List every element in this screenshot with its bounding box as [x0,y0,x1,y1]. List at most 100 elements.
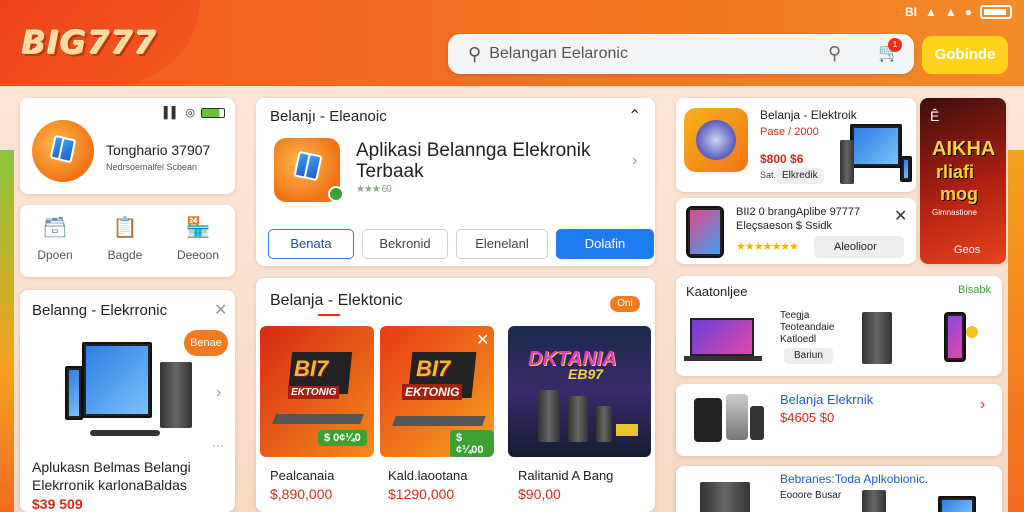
tower-image [862,312,892,364]
search-input[interactable] [489,45,810,63]
product-tile-1[interactable]: BI7 EKTONIG $ 0¢¼0 [260,326,374,457]
laptop-base-image [272,414,364,424]
product-price-1: $,890,000 [270,486,333,502]
wifi-icon: ◎ [185,107,195,119]
signal-bars-icon: ▲ [944,5,957,19]
cart-badge: 1 [888,38,902,52]
main-products-section: Belanja - Elektonic Oni BI7 EKTONIG $ 0¢… [256,278,655,512]
nav-item-label: Deeoon [176,248,220,262]
folder-icon: 🗃 [42,217,68,239]
close-icon[interactable]: ✕ [476,330,489,350]
left-product-header: Belanng - Elekrronic [32,302,168,319]
tab-bekronid[interactable]: Bekronid [362,229,448,259]
tab-dolafin[interactable]: Dolafin [556,229,654,259]
clipboard-icon: 📋 [112,217,138,239]
brand-logo[interactable]: BIG777 [22,24,157,62]
title-underline [318,314,340,316]
search-icon[interactable]: ⚲ [828,43,841,64]
profile-card[interactable]: ▌▌ ◎ Tonghario 37907 Nedrsoemalfel Scbea… [20,98,235,194]
chevron-right-icon[interactable]: › [216,384,221,402]
list1-title: Kaatonljee [686,284,748,299]
tower-image [160,362,192,428]
product-name-2: Kald.laootana [388,468,468,483]
tile-banner: BI7 [416,356,451,381]
tablet-image [726,394,748,440]
monitor-image [82,342,152,418]
product-name-3: Ralitanid A Bang [518,468,614,483]
close-icon[interactable]: ✕ [214,300,227,320]
alarm-icon: ● [964,5,972,19]
list1-chip[interactable]: Bariun [784,348,833,364]
left-product-badge[interactable]: Benae [184,330,228,356]
decorative-left-stripe [0,150,14,512]
product-tile-2[interactable]: BI7 EKTONIG ✕ $¢¼00 [380,326,494,457]
go-button[interactable]: Gobinde [922,36,1008,74]
app-logo-icon [684,108,748,172]
phone-image [944,312,966,362]
list1-line: Teoteandaie [780,322,835,333]
laptop-base-image [684,356,762,361]
nav-item-open[interactable]: 🗃 Dpoen [20,215,90,262]
right-mid-chip[interactable]: Aleolioor [814,236,904,258]
tile-banner-sub: EKTONIG [288,386,340,399]
product-price-2: $1290,000 [388,486,455,502]
right-list-card-1[interactable]: Kaatonljee Bisabk Teegja Teoteandaie Kat… [676,276,1002,376]
phone-image [65,366,83,420]
cart-icon[interactable]: 🛒 1 [878,38,902,63]
tower-image [596,406,612,442]
right-top-title: Belanja - Elektroik [760,108,857,122]
right-list-card-3[interactable]: Bebranes:Toda Aplkobionic. Eooore Busar [676,466,1002,512]
profile-title: Tonghario 37907 [106,142,211,158]
tower-image [862,490,886,512]
nav-item-store[interactable]: 🏪 Deeoon [163,215,233,262]
nav-item-badge[interactable]: 📋 Bagde [90,215,160,262]
right-top-chip[interactable]: Elkredik [776,168,824,184]
gadget-image [966,326,978,338]
tab-elenelanl[interactable]: Elenelanl [456,229,548,259]
banner-small: Gimnastione [932,208,977,217]
signal-icon: ▲ [924,5,937,19]
gadget-image [616,424,638,436]
laptop-base-image [392,416,486,426]
right-top-line2: Pase / 2000 [760,126,819,138]
decorative-right-stripe [1008,150,1024,512]
phone-image [750,406,764,440]
banner-top: Ê [930,108,940,124]
more-icon[interactable]: ··· [212,438,224,452]
promo-banner[interactable]: Ê AIKHA rliafi mog Gimnastione Geos [920,98,1006,264]
carrier-indicator: BI [904,5,917,19]
monitor-image [850,124,902,168]
quick-nav-card: 🗃 Dpoen 📋 Bagde 🏪 Deeoon [20,205,235,277]
tile-banner: BI7 [294,356,329,381]
profile-subtitle: Nedrsoemalfel Scbean [106,162,198,172]
list1-lines: Teegja Teoteandaie Katloedl [780,310,835,346]
chevron-up-icon[interactable]: ⌃ [628,106,641,126]
search-bar[interactable]: ⚲ ⚲ 🛒1 [448,34,914,74]
close-icon[interactable]: ✕ [894,206,907,226]
store-icon: 🏪 [185,217,211,239]
list1-line: Teegja [780,310,810,321]
right-mid-subtitle: Eleçsaeson $ Ssidk [736,220,832,232]
right-list-card-2[interactable]: Belanja Elekrnik $4605 $0 › [676,384,1002,456]
list1-line: Katloedl [780,334,817,345]
tower-image [840,140,854,184]
list1-link[interactable]: Bisabk [958,284,991,296]
right-mid-card[interactable]: BII2 0 brangAplibe 97777 Eleçsaeson $ Ss… [676,198,916,264]
app-logo-icon [274,138,344,202]
chevron-right-icon[interactable]: › [632,152,637,170]
laptop-image [690,318,754,356]
tablet-image [686,206,724,258]
status-bar: BI ▲ ▲ ● [905,5,1012,19]
section-title: Belanja - Elektonic [270,292,403,309]
price-tag: $¢¼00 [450,430,494,457]
signal-icon: ▌▌ [163,106,180,119]
left-product-card[interactable]: Belanng - Elekrronic ✕ Benae › ··· Apluk… [20,290,235,512]
right-top-card[interactable]: Belanja - Elektroik Pase / 2000 $800 $6 … [676,98,916,192]
verified-icon [328,186,344,202]
chevron-right-icon[interactable]: › [980,396,985,414]
list2-title: Belanja Elekrnik [780,392,874,407]
tab-benata[interactable]: Benata [268,229,354,259]
app-card[interactable]: Belanjı - Eleanoic ⌃ Aplikasi Belannga E… [256,98,655,266]
battery-icon [980,5,1012,19]
product-tile-3[interactable]: DKTANIA EB97 [508,326,651,457]
